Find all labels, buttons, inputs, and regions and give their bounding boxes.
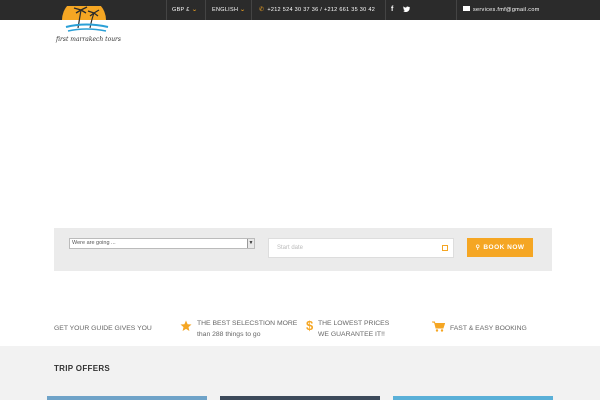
divider [205,0,206,20]
feature-line: than 288 things to go [197,331,261,338]
feature-line: THE LOWEST PRICES [318,320,390,327]
destination-value: Were are going ... [72,240,116,246]
currency-label: GBP £ [172,7,190,13]
divider [251,0,252,20]
cart-icon [432,321,445,332]
dollar-icon: $ [306,318,314,333]
language-selector[interactable]: ENGLISH⌄ [212,0,246,20]
email-text: services.fmf@gmail.com [473,7,540,13]
start-date-input[interactable]: Start date [268,238,454,258]
offer-card[interactable] [220,396,380,400]
start-date-placeholder: Start date [277,245,304,251]
feature-line: FAST & EASY BOOKING [450,325,527,332]
calendar-icon[interactable] [442,245,448,251]
envelope-icon [463,6,470,12]
features-intro: GET YOUR GUIDE GIVES YOU [54,325,152,332]
currency-selector[interactable]: GBP £⌄ [172,0,197,20]
phone-numbers[interactable]: ✆ +212 524 30 37 36 / +212 661 35 30 42 [259,0,375,20]
feature-easy-booking: FAST & EASY BOOKING [450,323,527,334]
search-icon: ⚲ [475,245,481,251]
divider [385,0,386,20]
phone-text: +212 524 30 37 36 / +212 661 35 30 42 [267,7,376,13]
book-now-label: BOOK NOW [483,244,525,251]
phone-icon: ✆ [259,7,265,13]
divider [456,0,457,20]
trip-offers-title: TRIP OFFERS [54,364,111,373]
caret-down-icon[interactable]: ▼ [247,239,254,248]
chevron-down-icon: ⌄ [190,7,198,13]
twitter-icon[interactable] [403,0,410,20]
chevron-down-icon: ⌄ [239,7,247,13]
trip-offers-section [0,346,600,400]
divider [166,0,167,20]
language-label: ENGLISH [212,7,239,13]
facebook-icon[interactable]: f [391,0,394,20]
offer-card[interactable] [393,396,553,400]
offer-card[interactable] [47,396,207,400]
feature-best-selection: THE BEST SELECSTION MORE than 288 things… [197,318,297,340]
book-now-button[interactable]: ⚲ BOOK NOW [467,238,533,257]
email-link[interactable]: services.fmf@gmail.com [463,0,540,20]
feature-line: THE BEST SELECSTION MORE [197,320,298,327]
feature-line: WE GUARANTEE IT!! [318,331,385,338]
destination-select[interactable]: Were are going ... ▼ [69,238,255,249]
feature-lowest-prices: THE LOWEST PRICES WE GUARANTEE IT!! [318,318,389,340]
star-icon [180,320,192,331]
logo-text: first marrakech tours [56,36,122,43]
